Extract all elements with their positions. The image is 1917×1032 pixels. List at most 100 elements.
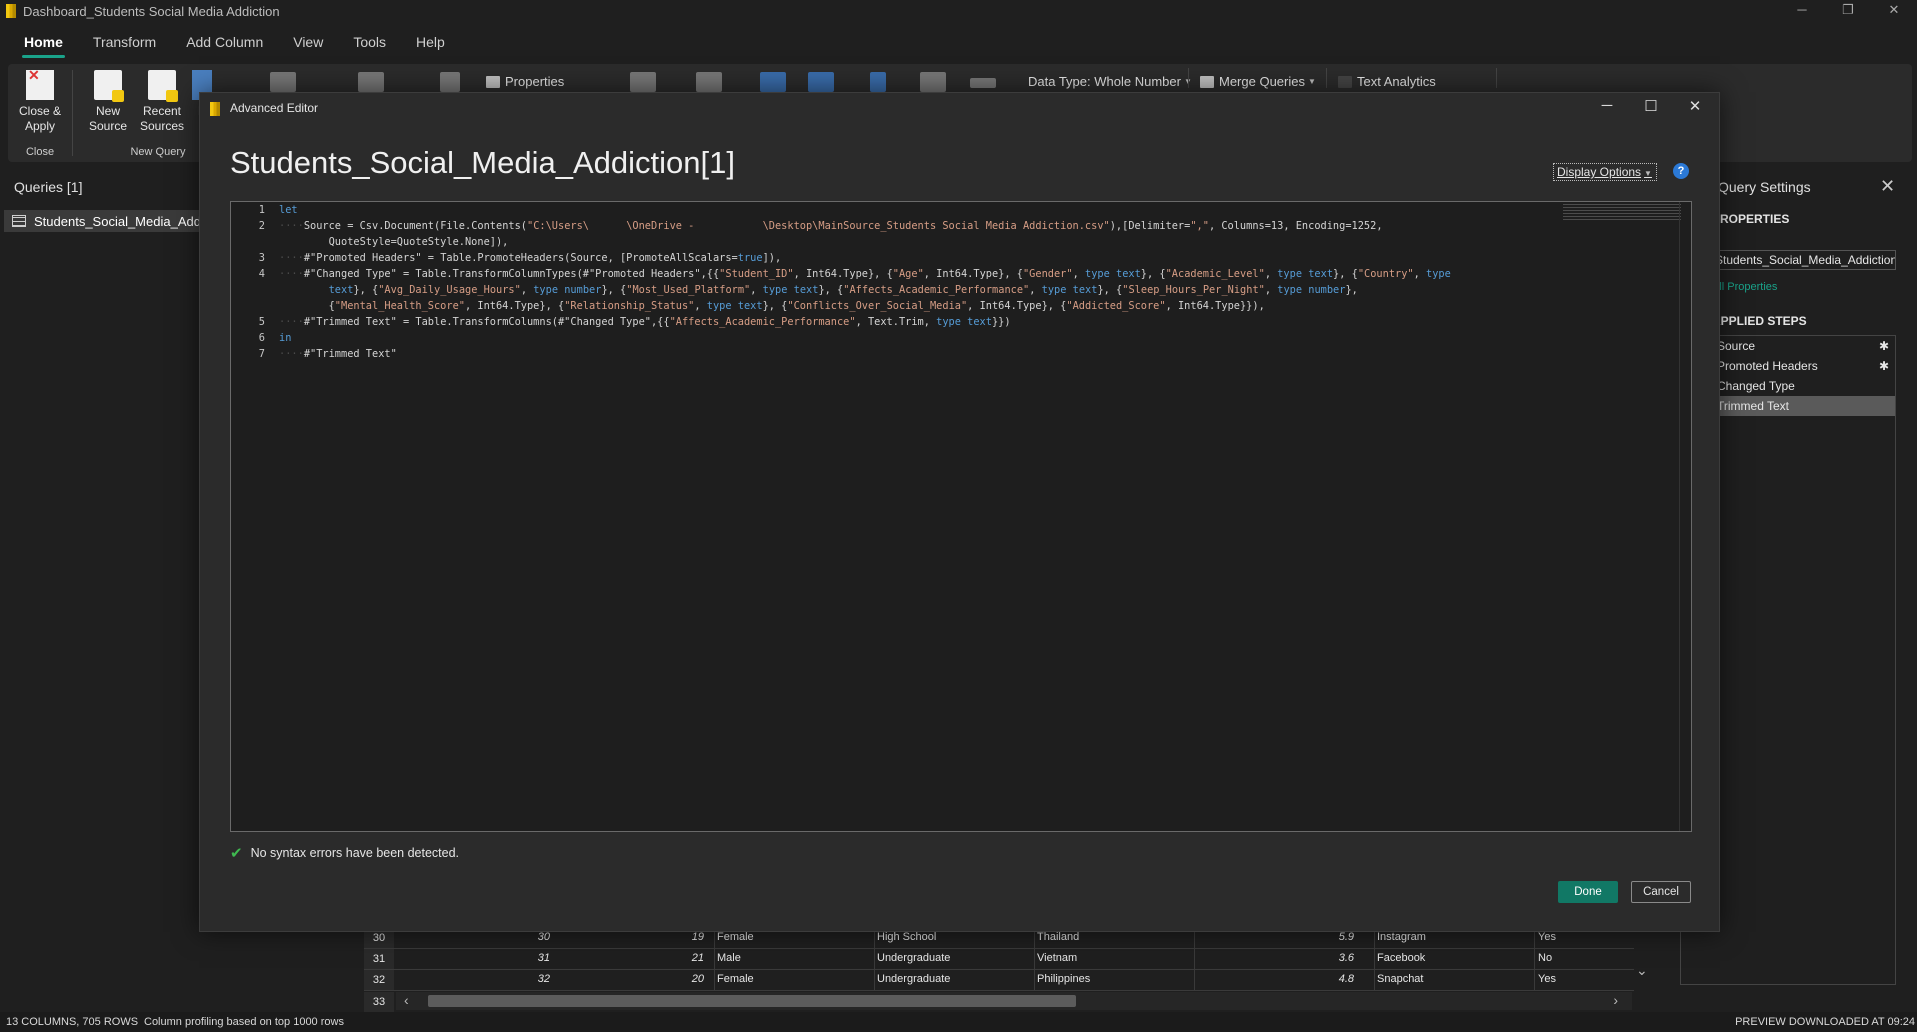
text-analytics-button[interactable]: Text Analytics bbox=[1338, 74, 1436, 89]
table-row[interactable]: 31 31 21 Male Undergraduate Vietnam 3.6 … bbox=[364, 949, 1634, 970]
tab-help[interactable]: Help bbox=[404, 28, 457, 56]
line-number: 3 bbox=[258, 252, 265, 264]
new-source-icon bbox=[94, 70, 124, 102]
recent-sources-icon bbox=[148, 70, 178, 102]
minimize-icon[interactable]: ─ bbox=[1779, 0, 1825, 22]
scrollbar-thumb[interactable] bbox=[428, 995, 1076, 1007]
gear-icon[interactable]: ✱ bbox=[1879, 356, 1889, 376]
new-source-button[interactable]: New Source bbox=[82, 64, 134, 134]
code-minimap[interactable] bbox=[1563, 204, 1681, 220]
queries-pane-title: Queries [1] bbox=[14, 179, 83, 195]
column-divider bbox=[1374, 928, 1375, 990]
data-source-settings-icon[interactable] bbox=[270, 72, 296, 92]
ribbon-tabs: Home Transform Add Column View Tools Hel… bbox=[0, 26, 1917, 58]
text-analytics-icon bbox=[1338, 75, 1352, 88]
query-name-heading: Students_Social_Media_Addiction[1] bbox=[230, 145, 735, 180]
choose-columns-icon[interactable] bbox=[630, 72, 656, 92]
chevron-down-icon: ▼ bbox=[1644, 169, 1652, 178]
status-bar: 13 COLUMNS, 705 ROWS Column profiling ba… bbox=[0, 1012, 1917, 1032]
ribbon-divider bbox=[72, 70, 73, 156]
dialog-titlebar: Advanced Editor ─ ☐ ✕ bbox=[200, 93, 1719, 123]
restore-icon[interactable]: ❐ bbox=[1825, 0, 1871, 22]
powerbi-logo-icon bbox=[210, 102, 220, 116]
replace-values-icon[interactable] bbox=[970, 78, 996, 88]
keep-rows-icon[interactable] bbox=[696, 72, 722, 92]
tab-add-column[interactable]: Add Column bbox=[174, 28, 275, 56]
line-number: 4 bbox=[258, 268, 265, 280]
column-divider bbox=[1534, 928, 1535, 990]
code-line: ····#"Promoted Headers" = Table.PromoteH… bbox=[279, 252, 782, 264]
profiling-status: Column profiling based on top 1000 rows bbox=[144, 1016, 344, 1028]
column-divider bbox=[1034, 928, 1035, 990]
maximize-icon[interactable]: ☐ bbox=[1634, 97, 1668, 115]
new-query-group-label: New Query bbox=[130, 146, 186, 158]
query-name-input[interactable]: Students_Social_Media_Addiction[1] bbox=[1710, 250, 1896, 270]
line-number-gutter: 1 2 3 4 5 6 7 bbox=[231, 202, 271, 831]
all-properties-link[interactable]: All Properties bbox=[1712, 281, 1777, 293]
column-row-count: 13 COLUMNS, 705 ROWS bbox=[6, 1016, 139, 1028]
recent-sources-button[interactable]: Recent Sources bbox=[136, 64, 188, 134]
refresh-preview-icon[interactable] bbox=[440, 72, 460, 92]
merge-queries-button[interactable]: Merge Queries ▼ bbox=[1200, 74, 1316, 89]
close-icon[interactable]: ✕ bbox=[1880, 176, 1895, 197]
done-button[interactable]: Done bbox=[1558, 881, 1618, 903]
tab-transform[interactable]: Transform bbox=[81, 28, 168, 56]
line-number: 2 bbox=[258, 220, 265, 232]
gear-icon[interactable]: ✱ bbox=[1879, 336, 1889, 356]
code-editor[interactable]: 1 2 3 4 5 6 7 let ····Source = Csv.Docum… bbox=[230, 201, 1692, 832]
close-apply-button[interactable]: Close & Apply bbox=[14, 64, 66, 134]
sort-icon[interactable] bbox=[870, 72, 886, 92]
advanced-editor-dialog: Advanced Editor ─ ☐ ✕ Students_Social_Me… bbox=[199, 92, 1720, 932]
table-row[interactable]: 32 32 20 Female Undergraduate Philippine… bbox=[364, 970, 1634, 991]
close-window-icon[interactable]: ✕ bbox=[1871, 0, 1917, 22]
group-by-icon[interactable] bbox=[808, 72, 834, 92]
close-icon[interactable]: ✕ bbox=[1678, 97, 1712, 115]
scroll-down-icon[interactable]: ⌄ bbox=[1636, 962, 1648, 979]
cancel-button[interactable]: Cancel bbox=[1631, 881, 1691, 903]
minimize-icon[interactable]: ─ bbox=[1590, 97, 1624, 114]
applied-steps-header: APPLIED STEPS bbox=[1712, 314, 1807, 328]
help-icon[interactable]: ? bbox=[1673, 163, 1689, 179]
line-number: 6 bbox=[258, 332, 265, 344]
manage-parameters-icon[interactable] bbox=[358, 72, 384, 92]
tab-view[interactable]: View bbox=[281, 28, 335, 56]
data-type-dropdown[interactable]: Data Type: Whole Number▼ bbox=[1028, 74, 1192, 89]
horizontal-scrollbar[interactable]: ‹ › bbox=[396, 992, 1632, 1010]
properties-header: PROPERTIES bbox=[1712, 212, 1790, 226]
editor-vertical-scrollbar[interactable] bbox=[1679, 202, 1691, 831]
display-options-dropdown[interactable]: Display Options ▼ bbox=[1553, 163, 1657, 181]
line-number: 5 bbox=[258, 316, 265, 328]
column-divider bbox=[874, 928, 875, 990]
code-line: ····Source = Csv.Document(File.Contents(… bbox=[279, 220, 1383, 232]
tab-home[interactable]: Home bbox=[12, 28, 75, 58]
window-titlebar: Dashboard_Students Social Media Addictio… bbox=[0, 0, 1917, 22]
code-line: let bbox=[279, 204, 298, 216]
scroll-left-icon[interactable]: ‹ bbox=[404, 992, 409, 1008]
scroll-right-icon[interactable]: › bbox=[1613, 992, 1618, 1008]
window-controls: ─ ❐ ✕ bbox=[1779, 0, 1917, 22]
column-divider bbox=[1194, 928, 1195, 990]
table-icon bbox=[12, 215, 26, 227]
preview-status: PREVIEW DOWNLOADED AT 09:24 bbox=[1735, 1016, 1915, 1028]
code-line: ····#"Trimmed Text" bbox=[279, 348, 397, 360]
properties-icon bbox=[486, 75, 500, 88]
dialog-title: Advanced Editor bbox=[230, 101, 319, 115]
query-item[interactable]: Students_Social_Media_Addiction[1] bbox=[4, 210, 200, 232]
code-line: {"Mental_Health_Score", Int64.Type}, {"R… bbox=[279, 300, 1265, 312]
query-settings-title: Query Settings bbox=[1718, 179, 1811, 195]
syntax-status: ✔ No syntax errors have been detected. bbox=[230, 845, 460, 862]
ribbon-divider bbox=[1326, 68, 1327, 88]
ribbon-divider bbox=[1188, 68, 1189, 88]
column-divider bbox=[714, 928, 715, 990]
close-group-label: Close bbox=[25, 146, 55, 158]
split-column-icon[interactable] bbox=[760, 72, 786, 92]
tab-tools[interactable]: Tools bbox=[341, 28, 398, 56]
use-first-row-icon[interactable] bbox=[920, 72, 946, 92]
close-apply-icon bbox=[26, 68, 54, 100]
code-line: ····#"Trimmed Text" = Table.TransformCol… bbox=[279, 316, 1011, 328]
properties-button[interactable]: Properties bbox=[486, 74, 564, 89]
chevron-down-icon: ▼ bbox=[1307, 77, 1316, 86]
line-number: 7 bbox=[258, 348, 265, 360]
merge-queries-icon bbox=[1200, 75, 1214, 88]
code-line: text}, {"Avg_Daily_Usage_Hours", type nu… bbox=[328, 284, 1358, 296]
